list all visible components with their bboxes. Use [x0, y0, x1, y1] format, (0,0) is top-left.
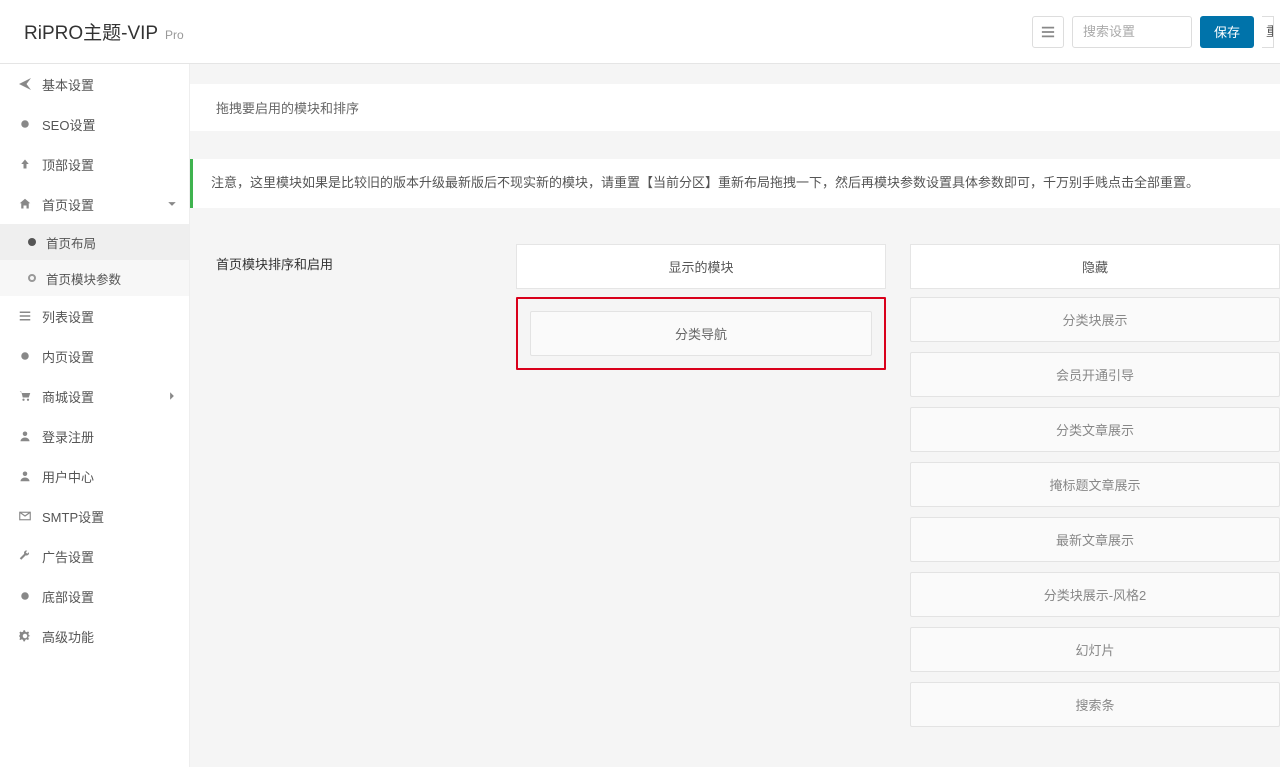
- header-actions: 保存 重: [1032, 16, 1274, 48]
- main-content: 拖拽要启用的模块和排序 注意，这里模块如果是比较旧的版本升级最新版后不现实新的模…: [190, 64, 1280, 767]
- plane-icon: [16, 78, 34, 90]
- sidebar-item-usercenter[interactable]: 用户中心: [0, 456, 189, 496]
- cart-icon: [16, 390, 34, 402]
- home-icon: [16, 198, 34, 210]
- chevron-down-icon: [167, 197, 177, 212]
- sidebar-label: 顶部设置: [42, 155, 94, 174]
- sidebar-label: 列表设置: [42, 307, 94, 326]
- hidden-header: 隐藏: [910, 244, 1280, 289]
- expand-button[interactable]: [1032, 16, 1064, 48]
- module-item[interactable]: 最新文章展示: [910, 517, 1280, 562]
- dot-icon: [16, 118, 34, 130]
- title-suffix: Pro: [165, 28, 184, 42]
- module-item[interactable]: 分类块展示: [910, 297, 1280, 342]
- module-item[interactable]: 幻灯片: [910, 627, 1280, 672]
- sidebar-item-advanced[interactable]: 高级功能: [0, 616, 189, 656]
- highlighted-module-box: 分类导航: [516, 297, 886, 370]
- sidebar-label: SMTP设置: [42, 507, 104, 526]
- sidebar-item-basic[interactable]: 基本设置: [0, 64, 189, 104]
- module-item[interactable]: 掩标题文章展示: [910, 462, 1280, 507]
- enabled-header: 显示的模块: [516, 244, 886, 289]
- chevron-right-icon: [167, 389, 177, 404]
- sidebar-item-login[interactable]: 登录注册: [0, 416, 189, 456]
- sidebar-label: 广告设置: [42, 547, 94, 566]
- module-item[interactable]: 会员开通引导: [910, 352, 1280, 397]
- sidebar-item-shop[interactable]: 商城设置: [0, 376, 189, 416]
- title-main: RiPRO主题-VIP: [24, 23, 158, 44]
- sidebar-item-inner[interactable]: 内页设置: [0, 336, 189, 376]
- enabled-modules-column: 显示的模块 分类导航: [516, 244, 886, 727]
- user-icon: [16, 470, 34, 482]
- header-bar: RiPRO主题-VIP Pro 保存 重: [0, 0, 1280, 64]
- sidebar-sub-label: 首页布局: [46, 233, 96, 252]
- sidebar-label: 基本设置: [42, 75, 94, 94]
- sidebar-item-seo[interactable]: SEO设置: [0, 104, 189, 144]
- page-title: RiPRO主题-VIP Pro: [24, 18, 184, 45]
- sidebar-item-top[interactable]: 顶部设置: [0, 144, 189, 184]
- user-icon: [16, 430, 34, 442]
- dot-icon: [16, 350, 34, 362]
- section-title: 拖拽要启用的模块和排序: [190, 84, 1280, 131]
- sidebar-label: 高级功能: [42, 627, 94, 646]
- sidebar-item-home[interactable]: 首页设置: [0, 184, 189, 224]
- notice-container: 注意，这里模块如果是比较旧的版本升级最新版后不现实新的模块，请重置【当前分区】重…: [190, 159, 1280, 208]
- sidebar-sub-label: 首页模块参数: [46, 269, 121, 288]
- up-icon: [16, 158, 34, 170]
- expand-icon: [1041, 25, 1055, 39]
- sidebar-label: 登录注册: [42, 427, 94, 446]
- hidden-modules-column: 隐藏 分类块展示 会员开通引导 分类文章展示 掩标题文章展示 最新文章展示 分类…: [910, 244, 1280, 727]
- bullet-hollow-icon: [28, 274, 36, 282]
- sidebar-item-smtp[interactable]: SMTP设置: [0, 496, 189, 536]
- search-input[interactable]: [1072, 16, 1192, 48]
- sidebar-label: 首页设置: [42, 195, 94, 214]
- gear-icon: [16, 630, 34, 642]
- sidebar-item-ads[interactable]: 广告设置: [0, 536, 189, 576]
- save-button[interactable]: 保存: [1200, 16, 1254, 48]
- list-icon: [16, 310, 34, 322]
- sidebar: 基本设置 SEO设置 顶部设置 首页设置 首页布局 首页模块参数: [0, 64, 190, 767]
- sidebar-item-footer[interactable]: 底部设置: [0, 576, 189, 616]
- module-item[interactable]: 分类块展示-风格2: [910, 572, 1280, 617]
- sidebar-label: 商城设置: [42, 387, 94, 406]
- module-item[interactable]: 分类导航: [530, 311, 872, 356]
- layout-columns: 显示的模块 分类导航 隐藏 分类块展示 会员开通引导 分类文章展示 掩标题文章展…: [516, 244, 1280, 727]
- bullet-icon: [28, 238, 36, 246]
- module-item[interactable]: 分类文章展示: [910, 407, 1280, 452]
- layout-row: 首页模块排序和启用 显示的模块 分类导航 隐藏 分类块展示 会员开通引导 分类文…: [190, 244, 1280, 727]
- module-item[interactable]: 搜索条: [910, 682, 1280, 727]
- mail-icon: [16, 510, 34, 522]
- sidebar-sub-params[interactable]: 首页模块参数: [0, 260, 189, 296]
- dot-icon: [16, 590, 34, 602]
- sidebar-label: SEO设置: [42, 115, 95, 134]
- wrench-icon: [16, 550, 34, 562]
- hidden-module-list: 分类块展示 会员开通引导 分类文章展示 掩标题文章展示 最新文章展示 分类块展示…: [910, 297, 1280, 727]
- sidebar-item-list[interactable]: 列表设置: [0, 296, 189, 336]
- sidebar-label: 内页设置: [42, 347, 94, 366]
- sidebar-sub-home: 首页布局 首页模块参数: [0, 224, 189, 296]
- reset-button-partial[interactable]: 重: [1262, 16, 1274, 48]
- layout-label: 首页模块排序和启用: [216, 244, 496, 727]
- sidebar-label: 底部设置: [42, 587, 94, 606]
- sidebar-sub-layout[interactable]: 首页布局: [0, 224, 189, 260]
- sidebar-label: 用户中心: [42, 467, 94, 486]
- notice-text: 注意，这里模块如果是比较旧的版本升级最新版后不现实新的模块，请重置【当前分区】重…: [190, 159, 1280, 208]
